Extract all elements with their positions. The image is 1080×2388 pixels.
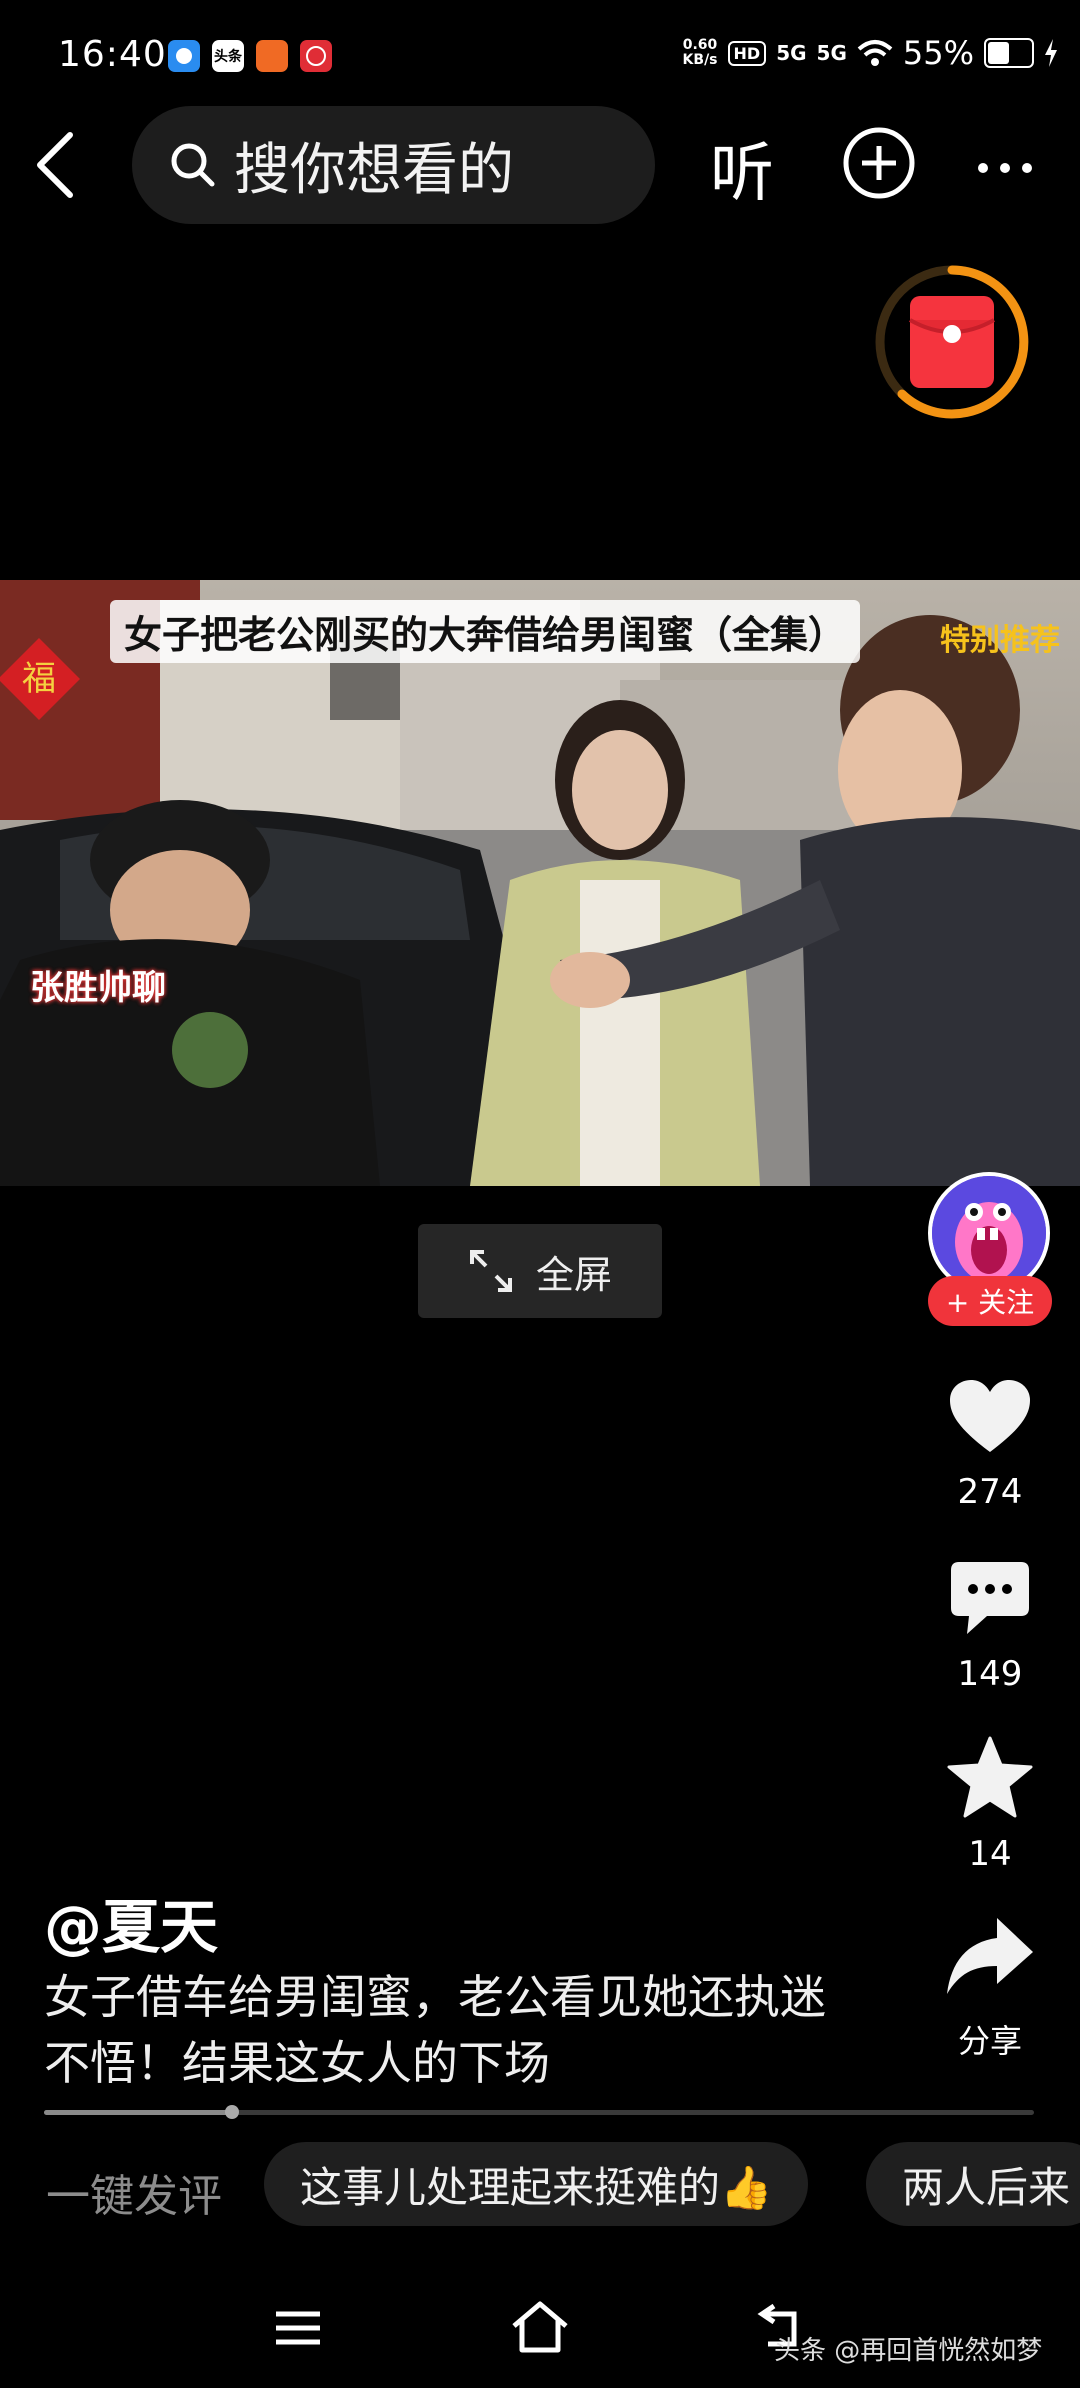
- quick-comment-label: 一键发评: [46, 2171, 222, 2222]
- comment-icon: [951, 1562, 1029, 1634]
- plus-circle-icon: [843, 127, 915, 199]
- comment-button[interactable]: [940, 1560, 1040, 1638]
- like-button[interactable]: [940, 1378, 1040, 1454]
- follow-button[interactable]: + 关注: [928, 1276, 1052, 1326]
- fullscreen-label: 全屏: [535, 1252, 612, 1297]
- progress-fill: [44, 2110, 233, 2115]
- net-speed: 0.60 KB/s: [682, 37, 718, 68]
- comment-count: 149: [957, 1654, 1023, 1694]
- hd-badge: HD: [727, 40, 767, 66]
- back-arrow-icon: [37, 132, 73, 198]
- signal-icon: 5G: [776, 41, 807, 65]
- back-button[interactable]: [30, 130, 90, 200]
- notification-icons: 头条: [168, 40, 332, 72]
- expand-icon: [469, 1250, 512, 1292]
- home-icon: [512, 2301, 568, 2353]
- search-placeholder: 搜你想看的: [234, 137, 514, 203]
- post-caption: 女子借车给男闺蜜，老公看见她还执迷不悟！结果这女人的下场: [44, 1970, 826, 2090]
- like-count: 274: [957, 1472, 1023, 1512]
- app-notify-icon: [168, 40, 200, 72]
- battery-icon: [984, 38, 1034, 68]
- charging-icon: [1045, 39, 1057, 67]
- video-player[interactable]: 福: [0, 580, 1080, 1186]
- menu-nav-button[interactable]: [270, 2300, 326, 2360]
- avatar-image: [932, 1176, 1046, 1290]
- search-icon: [171, 143, 215, 187]
- video-title: 女子把老公刚买的大奔借给男闺蜜（全集）: [110, 600, 861, 663]
- listen-button[interactable]: 听: [710, 122, 774, 214]
- svg-text:福: 福: [22, 659, 56, 699]
- red-packet-icon: [875, 265, 1029, 419]
- watermark: 头条 @再回首恍然如梦: [774, 2336, 1043, 2366]
- star-icon: [947, 1736, 1033, 1818]
- status-time: 16:40: [58, 34, 167, 75]
- share-button[interactable]: [940, 1916, 1040, 1996]
- red-packet-button[interactable]: [872, 262, 1032, 422]
- home-nav-button[interactable]: [510, 2300, 570, 2360]
- more-icon: [978, 163, 1032, 173]
- video-frame-image: 福: [0, 580, 1080, 1186]
- toutiao-app-icon: 头条: [212, 40, 244, 72]
- quick-comment-chip[interactable]: 两人后来: [866, 2142, 1080, 2226]
- video-overlay-text: 张胜帅聊: [30, 968, 166, 1008]
- heart-icon: [950, 1380, 1030, 1452]
- fullscreen-button[interactable]: 全屏: [418, 1224, 662, 1318]
- favorite-count: 14: [968, 1834, 1012, 1874]
- more-button[interactable]: [975, 140, 1035, 186]
- wifi-icon: [857, 40, 893, 66]
- quick-comment-chip[interactable]: 这事儿处理起来挺难的👍: [264, 2142, 809, 2226]
- signal-icon: 5G: [816, 41, 847, 65]
- share-label: 分享: [957, 2022, 1022, 2060]
- news-app-icon: [300, 40, 332, 72]
- playback-progress-bar[interactable]: [44, 2105, 1034, 2119]
- progress-handle[interactable]: [225, 2105, 240, 2119]
- share-icon: [947, 1918, 1033, 1994]
- author-name[interactable]: @夏天: [44, 1880, 218, 1964]
- menu-icon: [276, 2311, 320, 2345]
- battery-percent: 55%: [902, 34, 974, 72]
- status-indicators: 0.60 KB/s HD 5G 5G 55%: [683, 34, 1058, 72]
- add-button[interactable]: [842, 126, 916, 204]
- favorite-button[interactable]: [940, 1736, 1040, 1818]
- video-tag: 特别推荐: [940, 623, 1060, 658]
- shopping-app-icon: [256, 40, 288, 72]
- search-bar[interactable]: 搜你想看的: [132, 106, 655, 224]
